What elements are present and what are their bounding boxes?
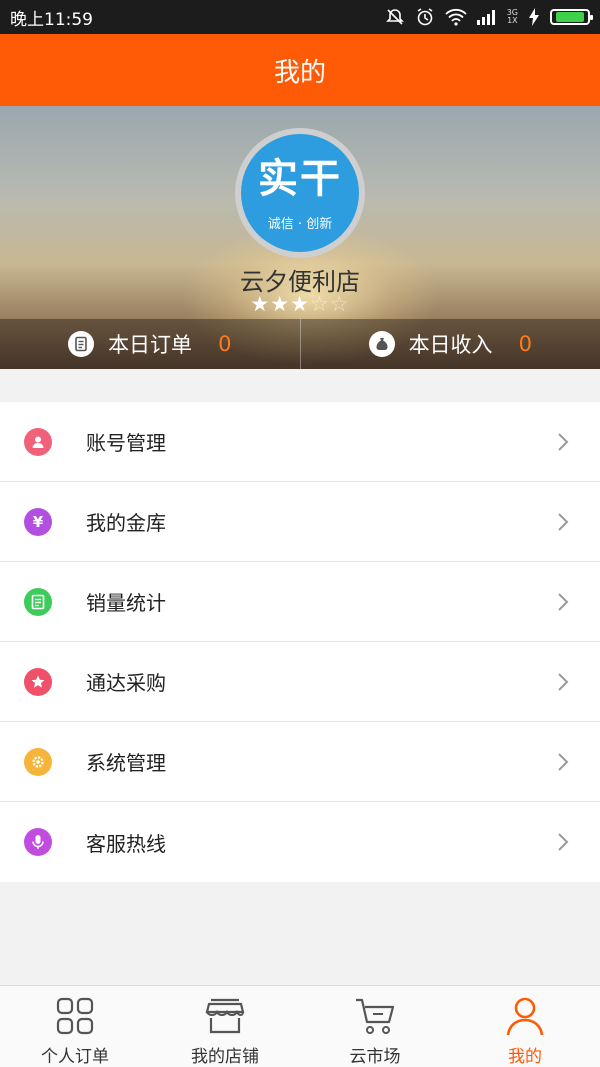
microphone-icon [24, 828, 52, 856]
logo-sub-text: 诚信 · 创新 [267, 216, 333, 232]
battery-icon [550, 9, 593, 25]
chevron-right-icon [548, 747, 578, 777]
page-title: 我的 [273, 57, 326, 88]
person-icon [24, 427, 52, 456]
store-logo[interactable]: 实干 诚信 · 创新 [235, 128, 365, 258]
order-icon [68, 331, 95, 357]
tab-label: 我的 [508, 1047, 542, 1067]
yen-icon: ¥ [24, 507, 52, 536]
network-type: 3G 1X [507, 9, 518, 25]
signal-icon [476, 9, 497, 25]
status-time: 晚上11:59 [10, 9, 93, 30]
bottom-tab-bar: 个人订单 我的店铺 云市场 我的 [0, 985, 600, 1067]
gear-icon [24, 747, 52, 776]
page-header: 我的 [0, 34, 600, 106]
stat-value: 0 [518, 332, 532, 356]
profile-banner: 实干 诚信 · 创新 云夕便利店 ★★★☆☆ 本日订单 0 本日收入 0 [0, 106, 600, 369]
chevron-right-icon [548, 427, 578, 457]
cart-icon [356, 998, 395, 1034]
store-logo-inner: 实干 诚信 · 创新 [241, 134, 359, 252]
menu-label: 销量统计 [86, 591, 166, 615]
menu-label: 通达采购 [86, 671, 166, 695]
tab-label: 我的店铺 [191, 1047, 259, 1067]
menu-item-account[interactable]: 账号管理 [0, 402, 600, 482]
shop-icon [205, 998, 245, 1034]
tab-personal-orders[interactable]: 个人订单 [0, 986, 150, 1067]
status-bar: 晚上11:59 3G 1X [0, 0, 600, 34]
stat-label: 本日收入 [408, 333, 493, 357]
menu-item-system-settings[interactable]: 系统管理 [0, 722, 600, 802]
star-empty-icon: ☆ [309, 292, 330, 316]
document-icon [24, 587, 52, 616]
daily-stats: 本日订单 0 本日收入 0 [0, 319, 600, 369]
person-icon [506, 997, 544, 1036]
star-icon: ★ [250, 292, 271, 316]
grid-icon [56, 997, 94, 1035]
mute-icon [385, 7, 405, 27]
tab-mine[interactable]: 我的 [450, 986, 600, 1067]
menu-label: 账号管理 [86, 431, 166, 455]
star-icon: ★ [290, 292, 310, 316]
stat-today-income[interactable]: 本日收入 0 [299, 319, 600, 369]
menu-item-sales-stats[interactable]: 销量统计 [0, 562, 600, 642]
logo-main-text: 实干 [258, 155, 342, 202]
tab-cloud-market[interactable]: 云市场 [300, 986, 450, 1067]
menu-label: 客服热线 [86, 831, 166, 856]
charging-icon [528, 8, 540, 26]
menu-label: 系统管理 [86, 751, 166, 775]
money-bag-icon [368, 331, 395, 357]
stat-label: 本日订单 [108, 333, 193, 357]
tab-my-shop[interactable]: 我的店铺 [150, 986, 300, 1067]
tab-label: 云市场 [349, 1047, 401, 1067]
menu-item-purchasing[interactable]: 通达采购 [0, 642, 600, 722]
menu-item-customer-hotline[interactable]: 客服热线 [0, 802, 600, 882]
chevron-right-icon [548, 827, 578, 857]
star-icon [24, 667, 52, 696]
settings-menu: 账号管理 ¥ 我的金库 销量统计 通达采购 系统管理 客服热线 [0, 402, 600, 882]
chevron-right-icon [548, 507, 578, 537]
status-icons: 3G 1X [385, 7, 593, 27]
network-bottom-label: 1X [507, 16, 518, 25]
wifi-icon [445, 8, 467, 26]
stat-today-orders[interactable]: 本日订单 0 [0, 319, 300, 369]
chevron-right-icon [548, 667, 578, 697]
alarm-icon [415, 7, 435, 27]
star-icon: ★ [270, 292, 291, 316]
star-empty-icon: ☆ [329, 292, 350, 316]
menu-label: 我的金库 [86, 511, 166, 535]
menu-item-vault[interactable]: ¥ 我的金库 [0, 482, 600, 562]
stat-value: 0 [218, 332, 232, 356]
rating-stars: ★★★☆☆ [0, 292, 600, 316]
chevron-right-icon [548, 587, 578, 617]
tab-label: 个人订单 [41, 1047, 109, 1067]
